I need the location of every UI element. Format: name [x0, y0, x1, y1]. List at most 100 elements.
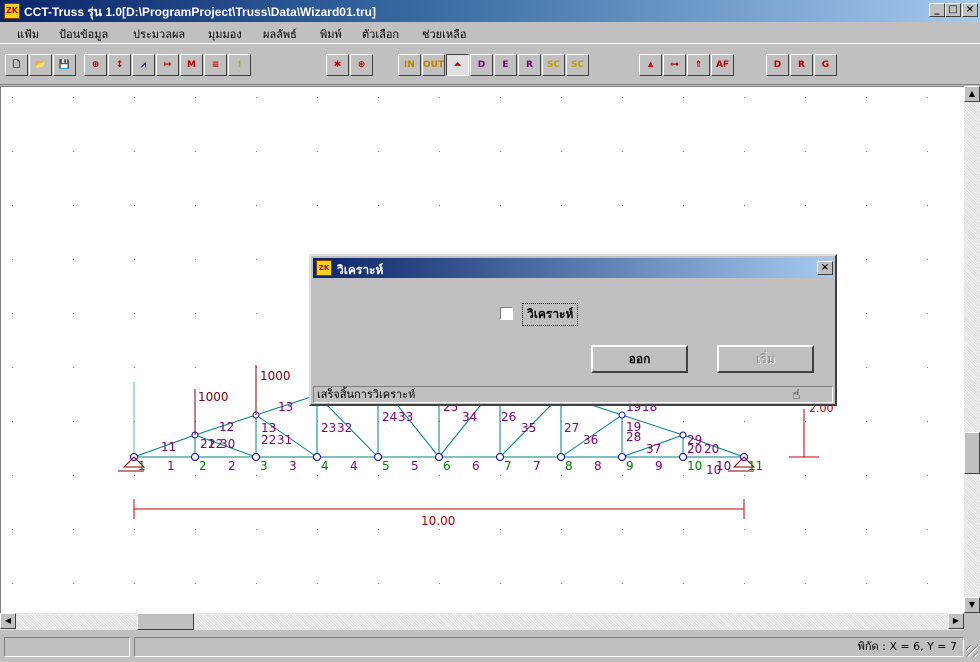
grid-dot — [12, 583, 13, 584]
member-label: 10 — [706, 463, 721, 477]
analyze-checkbox[interactable] — [500, 307, 513, 320]
load-icon[interactable]: ↦ — [156, 54, 179, 76]
grid-dot — [866, 151, 867, 152]
dialog-close-button[interactable]: × — [817, 261, 833, 275]
member-label: 26 — [501, 410, 516, 424]
grid-dot — [378, 205, 379, 206]
report-r-icon[interactable]: R — [790, 54, 813, 76]
close-button[interactable]: × — [962, 3, 978, 17]
grid-dot — [73, 97, 74, 98]
grid-dot — [73, 583, 74, 584]
dimension-label: 10.00 — [421, 514, 455, 528]
truss-icon[interactable]: ⩓ — [639, 54, 662, 76]
grid-dot — [866, 529, 867, 530]
grid-dot — [500, 151, 501, 152]
member-label: 32 — [337, 421, 352, 435]
grid-dot — [73, 259, 74, 260]
scroll-left-arrow-icon[interactable]: ◀ — [0, 613, 16, 629]
exit-button[interactable]: ออก — [591, 345, 688, 373]
grid-dot — [805, 205, 806, 206]
grid-dot — [866, 205, 867, 206]
menu-view[interactable]: มุมมอง — [208, 25, 242, 43]
r-axis-icon[interactable]: R — [518, 54, 541, 76]
horizontal-scroll-thumb[interactable] — [137, 613, 194, 630]
member-label: 31 — [277, 433, 292, 447]
menu-results[interactable]: ผลลัพธ์ — [263, 25, 297, 43]
member-label: 13 — [278, 400, 293, 414]
member-icon[interactable]: ↕ — [108, 54, 131, 76]
grid-dot — [805, 475, 806, 476]
menu-help[interactable]: ช่วยเหลือ — [422, 25, 466, 43]
moment-icon[interactable]: M — [180, 54, 203, 76]
minimize-button[interactable]: _ — [929, 3, 945, 17]
grid-dot — [622, 97, 623, 98]
bottom-node — [191, 453, 199, 461]
grid-dot — [256, 529, 257, 530]
vertical-scrollbar[interactable]: ▲ ▼ — [964, 86, 980, 613]
dialog-title: วิเคราะห์ — [337, 263, 384, 277]
member-label: 29 — [687, 433, 702, 447]
horizontal-scrollbar[interactable]: ◀ ▶ — [0, 613, 964, 630]
scale-up-icon[interactable]: SC — [542, 54, 565, 76]
scale-down-icon[interactable]: SC — [566, 54, 589, 76]
grid-dot — [256, 151, 257, 152]
maximize-button[interactable]: □ — [945, 3, 961, 17]
new-file-icon[interactable]: 🗋 — [5, 54, 28, 76]
grid-dot — [805, 529, 806, 530]
save-file-icon[interactable]: 💾 — [53, 54, 76, 76]
grid-dot — [927, 529, 928, 530]
grid-dot — [256, 259, 257, 260]
truss-view-icon[interactable]: ⏶ — [446, 54, 469, 76]
support-icon[interactable]: ⩘ — [132, 54, 155, 76]
node-icon[interactable]: ⊕ — [84, 54, 107, 76]
grid-dot — [500, 97, 501, 98]
node-label: 10 — [687, 459, 702, 473]
scroll-corner — [964, 613, 980, 630]
scroll-right-arrow-icon[interactable]: ▶ — [948, 613, 964, 629]
grid-dot — [622, 529, 623, 530]
analyze-icon[interactable]: ✱ — [326, 54, 349, 76]
after-icon[interactable]: AF — [711, 54, 734, 76]
report-g-icon[interactable]: G — [814, 54, 837, 76]
grid-dot — [927, 97, 928, 98]
status-panel-1 — [4, 637, 130, 657]
node-label: 2 — [199, 459, 207, 473]
load-label-2: 1000 — [260, 369, 291, 383]
zoom-out-icon[interactable]: OUT — [422, 54, 445, 76]
report-d-icon[interactable]: D — [766, 54, 789, 76]
analyze-checkbox-label[interactable]: วิเคราะห์ — [522, 303, 579, 326]
bottom-node — [618, 453, 626, 461]
e-axis-icon[interactable]: E — [494, 54, 517, 76]
zoom-in-icon[interactable]: IN — [398, 54, 421, 76]
dimension-icon[interactable]: ⊶ — [663, 54, 686, 76]
grid-dot — [622, 475, 623, 476]
grid-dot — [195, 475, 196, 476]
vertical-scroll-thumb[interactable] — [964, 432, 980, 474]
resize-grip-icon[interactable] — [966, 645, 978, 657]
grid-dot — [73, 313, 74, 314]
menu-file[interactable]: แฟ้ม — [17, 25, 39, 43]
menu-input[interactable]: ป้อนข้อมูล — [59, 25, 108, 43]
app-icon: ZK — [4, 3, 20, 19]
menu-options[interactable]: ตัวเลือก — [362, 25, 399, 43]
member-label: 11 — [161, 440, 176, 454]
menu-print[interactable]: พิมพ์ — [320, 25, 342, 43]
grid-dot — [378, 583, 379, 584]
grid-dot — [561, 151, 562, 152]
reaction-icon[interactable]: ⊛ — [350, 54, 373, 76]
grid-dot — [927, 205, 928, 206]
d-axis-icon[interactable]: D — [470, 54, 493, 76]
menu-process[interactable]: ประมวลผล — [133, 25, 185, 43]
force-icon[interactable]: ⇑ — [687, 54, 710, 76]
dialog-title-bar[interactable]: ZK วิเคราะห์ × — [313, 258, 833, 278]
grid-dot — [73, 151, 74, 152]
scroll-up-arrow-icon[interactable]: ▲ — [964, 86, 980, 102]
member-label: 4 — [350, 459, 358, 473]
grid-dot — [439, 151, 440, 152]
scroll-down-arrow-icon[interactable]: ▼ — [964, 597, 980, 613]
open-file-icon[interactable]: 📂 — [29, 54, 52, 76]
start-button[interactable]: เริ่ม — [717, 345, 814, 373]
warning-icon[interactable]: ! — [228, 54, 251, 76]
material-icon[interactable]: ≡ — [204, 54, 227, 76]
member-label: 33 — [398, 410, 413, 424]
